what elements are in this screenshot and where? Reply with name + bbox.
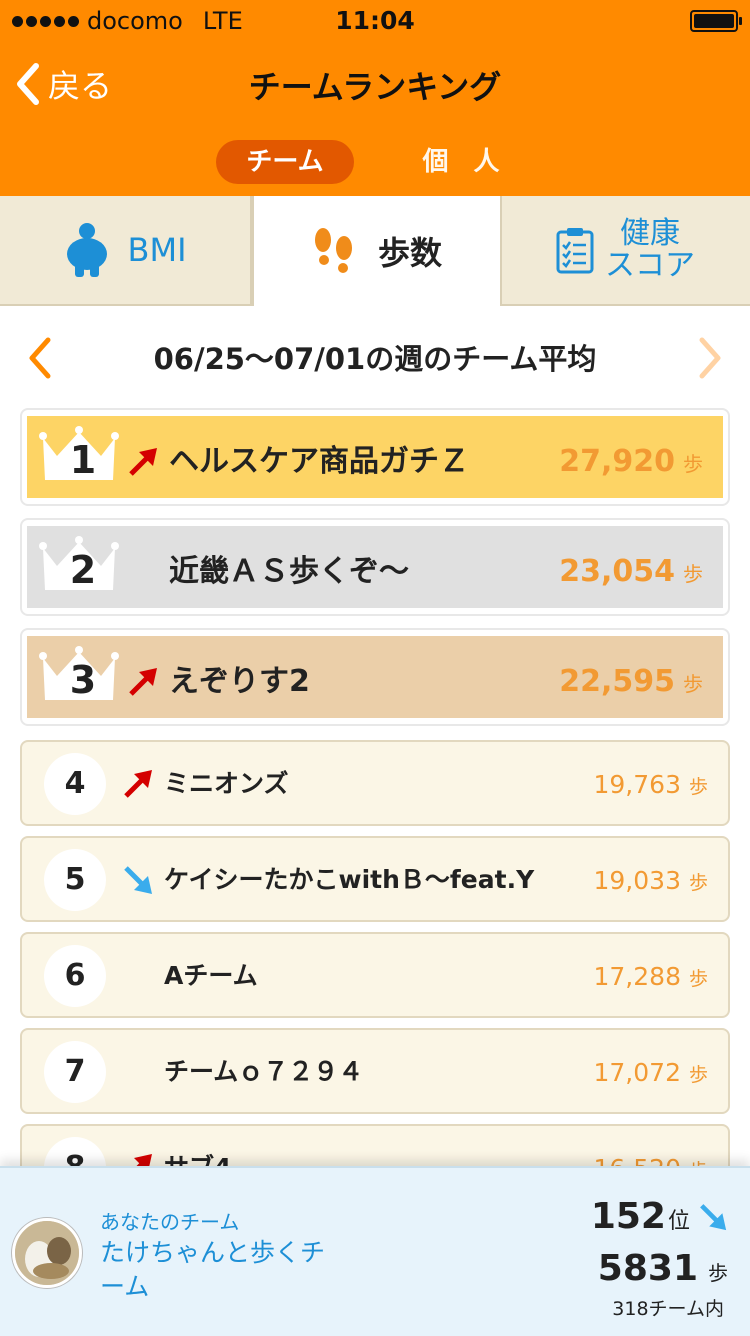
clipboard-icon bbox=[556, 228, 594, 274]
period-label: 06/25〜07/01の週のチーム平均 bbox=[153, 342, 597, 376]
steps-value: 19,763 bbox=[593, 770, 681, 799]
team-steps: 19,763 歩 bbox=[594, 770, 709, 799]
ranking-row-7[interactable]: 7 チームｏ７２９４ 17,072 歩 bbox=[20, 1028, 730, 1114]
ranking-row-1[interactable]: 1 ヘルスケア商品ガチＺ 27,920 歩 bbox=[20, 408, 730, 506]
team-steps: 27,920 歩 bbox=[559, 444, 703, 479]
ranking-row-5[interactable]: 5 ケイシーたかこwithＢ〜feat.Y 19,033 歩 bbox=[20, 836, 730, 922]
my-team-panel[interactable]: あなたのチーム たけちゃんと歩くチーム 152位 5831 歩 318チーム内 bbox=[0, 1166, 750, 1336]
rank-value: 152 bbox=[590, 1196, 666, 1237]
rank-number: 6 bbox=[44, 945, 106, 1007]
steps-unit: 歩 bbox=[688, 872, 708, 894]
team-photo-icon bbox=[15, 1221, 79, 1285]
team-name: チームｏ７２９４ bbox=[164, 1057, 364, 1086]
steps-value: 5831 bbox=[597, 1248, 698, 1289]
team-name: 近畿ＡＳ歩くぞ〜 bbox=[169, 554, 409, 589]
rank-number: 5 bbox=[44, 849, 106, 911]
ranking-row-4[interactable]: 4 ミニオンズ 19,763 歩 bbox=[20, 740, 730, 826]
battery-icon bbox=[690, 10, 742, 32]
steps-unit: 歩 bbox=[708, 1261, 728, 1285]
rank-number: 1 bbox=[69, 438, 97, 482]
steps-unit: 歩 bbox=[683, 452, 703, 476]
total-teams: 318チーム内 bbox=[612, 1298, 724, 1320]
chevron-right-icon[interactable] bbox=[696, 336, 724, 380]
page-title: チームランキング bbox=[248, 68, 502, 106]
period-navigator: 06/25〜07/01の週のチーム平均 bbox=[0, 328, 750, 384]
steps-value: 27,920 bbox=[559, 444, 675, 479]
segment-team[interactable]: チーム bbox=[216, 140, 354, 184]
tab-bmi[interactable]: BMI bbox=[0, 196, 252, 304]
rank-number: 4 bbox=[44, 753, 106, 815]
status-bar: docomo LTE 11:04 bbox=[0, 0, 750, 40]
tab-health-label: 健康 スコア bbox=[605, 218, 695, 282]
rank-unit: 位 bbox=[667, 1209, 690, 1234]
clock: 11:04 bbox=[335, 6, 415, 35]
team-steps: 19,033 歩 bbox=[594, 866, 709, 895]
tab-health-line2: スコア bbox=[605, 248, 695, 283]
tab-health-score[interactable]: 健康 スコア bbox=[500, 196, 750, 304]
team-steps: 22,595 歩 bbox=[559, 664, 703, 699]
avatar bbox=[12, 1218, 82, 1288]
trend-up-icon bbox=[129, 448, 157, 476]
ranking-row-3[interactable]: 3 えぞりす2 22,595 歩 bbox=[20, 628, 730, 726]
tab-steps[interactable]: 歩数 bbox=[252, 196, 502, 306]
tab-steps-label: 歩数 bbox=[377, 234, 442, 272]
steps-unit: 歩 bbox=[688, 968, 708, 990]
body-icon bbox=[66, 223, 107, 277]
trend-up-icon bbox=[124, 770, 152, 798]
steps-unit: 歩 bbox=[683, 562, 703, 586]
steps-value: 17,288 bbox=[593, 962, 681, 991]
steps-unit: 歩 bbox=[683, 672, 703, 696]
tab-bmi-label: BMI bbox=[127, 231, 187, 269]
category-tabs: BMI 歩数 健康 スコア bbox=[0, 196, 750, 306]
my-team-name: たけちゃんと歩くチーム bbox=[100, 1238, 326, 1301]
steps-value: 23,054 bbox=[559, 554, 675, 589]
steps-unit: 歩 bbox=[688, 1064, 708, 1086]
rank-number: 2 bbox=[69, 548, 97, 592]
ranking-row-2[interactable]: 2 近畿ＡＳ歩くぞ〜 23,054 歩 bbox=[20, 518, 730, 616]
tab-health-line1: 健康 bbox=[620, 216, 680, 251]
team-steps: 17,072 歩 bbox=[594, 1058, 709, 1087]
rank-number: 7 bbox=[44, 1041, 106, 1103]
trend-up-icon bbox=[129, 668, 157, 696]
trend-down-icon bbox=[700, 1204, 727, 1231]
trend-down-icon bbox=[124, 866, 152, 894]
team-steps: 23,054 歩 bbox=[559, 554, 703, 589]
team-steps: 17,288 歩 bbox=[594, 962, 709, 991]
steps-value: 19,033 bbox=[593, 866, 681, 895]
team-name: ケイシーたかこwithＢ〜feat.Y bbox=[164, 865, 535, 894]
rank-number: 3 bbox=[69, 658, 97, 702]
team-name: ミニオンズ bbox=[164, 769, 289, 798]
team-name: えぞりす2 bbox=[169, 664, 310, 699]
team-name: ヘルスケア商品ガチＺ bbox=[169, 444, 469, 479]
segment-individual[interactable]: 個 人 bbox=[400, 140, 530, 184]
steps-unit: 歩 bbox=[688, 776, 708, 798]
app-header: docomo LTE 11:04 戻る チームランキング チーム 個 人 bbox=[0, 0, 750, 196]
my-team-steps: 5831 歩 bbox=[598, 1248, 728, 1289]
steps-value: 17,072 bbox=[593, 1058, 681, 1087]
ranking-row-6[interactable]: 6 Aチーム 17,288 歩 bbox=[20, 932, 730, 1018]
my-team-label: あなたのチーム bbox=[100, 1210, 240, 1234]
footprints-icon bbox=[314, 228, 352, 273]
steps-value: 22,595 bbox=[559, 664, 675, 699]
team-name: Aチーム bbox=[164, 961, 258, 990]
my-team-rank: 152位 bbox=[591, 1196, 690, 1237]
